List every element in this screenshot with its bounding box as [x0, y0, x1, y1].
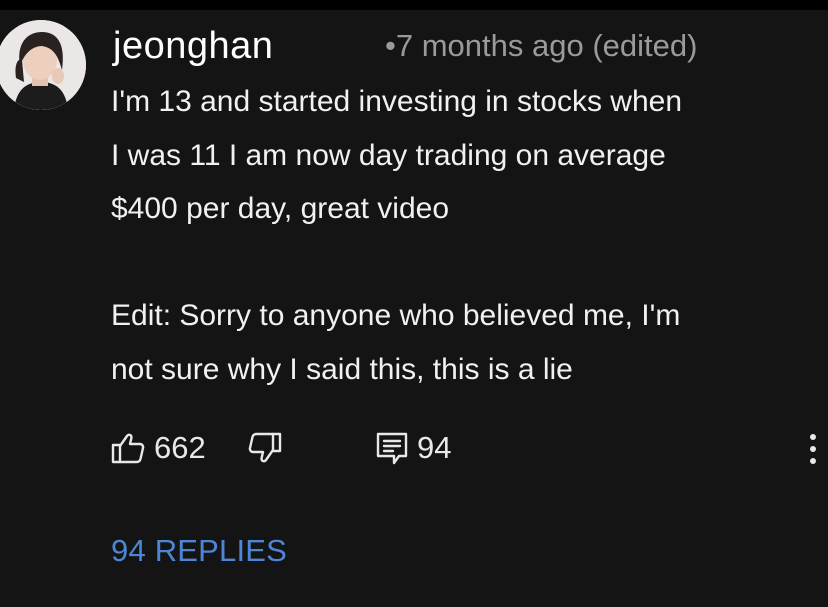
- thumbs-down-icon: [248, 432, 282, 463]
- reply-count: 94: [417, 430, 452, 465]
- reply-comment-icon: [376, 432, 408, 465]
- avatar[interactable]: [0, 20, 86, 110]
- thumbs-up-icon: [111, 433, 145, 464]
- view-replies-link[interactable]: 94 REPLIES: [111, 531, 287, 571]
- comment-body-line: $400 per day, great video: [111, 192, 450, 225]
- comment-author[interactable]: jeonghan: [113, 24, 273, 68]
- comment-edit-line: Edit: Sorry to anyone who believed me, I…: [111, 299, 681, 332]
- dislike-button[interactable]: [247, 428, 283, 468]
- comment-body: I'm 13 and started investing in stocks w…: [111, 75, 823, 396]
- like-count: 662: [154, 430, 206, 465]
- avatar-photo: [0, 20, 86, 110]
- comment-edit-line: not sure why I said this, this is a lie: [111, 352, 573, 386]
- like-button[interactable]: 662: [110, 428, 206, 468]
- comment-card: jeonghan •7 months ago (edited) I'm 13 a…: [0, 10, 828, 607]
- reply-button[interactable]: 94: [375, 428, 451, 468]
- comment-timestamp: •7 months ago (edited): [385, 28, 698, 63]
- comment-body-line: I was 11 I am now day trading on average: [111, 138, 666, 172]
- comment-body-line: I'm 13 and started investing in stocks w…: [111, 85, 683, 118]
- more-options-button[interactable]: [800, 431, 826, 467]
- more-vertical-icon: [810, 434, 816, 464]
